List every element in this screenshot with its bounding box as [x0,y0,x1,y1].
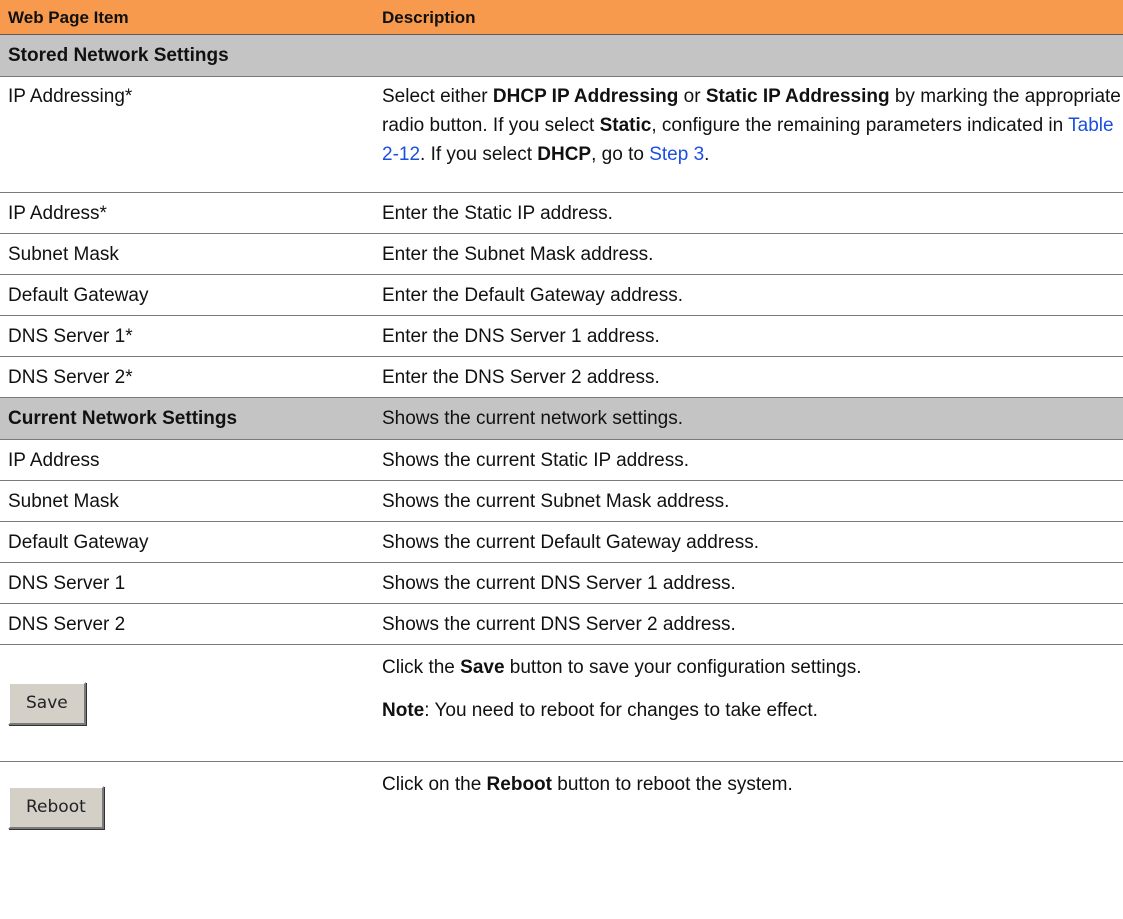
item-label: Subnet Mask [0,233,369,275]
reboot-description: Click on the Reboot button to reboot the… [382,774,793,795]
table-row: IP Address Shows the current Static IP a… [0,439,1123,481]
item-ip-addressing: IP Addressing* [0,76,369,193]
item-label: IP Address* [0,192,369,234]
item-description: Enter the DNS Server 1 address. [369,315,1123,357]
section-row-stored: Stored Network Settings [0,34,1123,77]
reboot-button-cell: Reboot [0,762,369,853]
table-row: Default Gateway Shows the current Defaul… [0,521,1123,563]
item-description: Shows the current DNS Server 2 address. [369,603,1123,645]
item-label: IP Address [0,439,369,481]
table-row: IP Addressing* Select either DHCP IP Add… [0,76,1123,193]
item-label: Default Gateway [0,274,369,316]
table-row: DNS Server 1 Shows the current DNS Serve… [0,562,1123,604]
network-settings-table: Web Page Item Description Stored Network… [0,0,1123,852]
section-row-current: Current Network Settings Shows the curre… [0,397,1123,440]
item-label: Default Gateway [0,521,369,563]
section-description-current: Shows the current network settings. [369,397,1123,440]
save-button[interactable]: Save [8,681,86,725]
save-description: Click the Save button to save your confi… [369,644,1123,762]
item-description: Shows the current Subnet Mask address. [369,480,1123,522]
item-label: DNS Server 2* [0,356,369,398]
column-header-description: Description [369,0,1123,35]
item-label: DNS Server 1* [0,315,369,357]
item-label: Subnet Mask [0,480,369,522]
column-header-item: Web Page Item [0,0,369,35]
table-row: Subnet Mask Enter the Subnet Mask addres… [0,233,1123,275]
item-description: Shows the current Default Gateway addres… [369,521,1123,563]
table-row: IP Address* Enter the Static IP address. [0,192,1123,234]
item-description: Enter the Subnet Mask address. [369,233,1123,275]
item-description: Enter the Default Gateway address. [369,274,1123,316]
table-row: DNS Server 1* Enter the DNS Server 1 add… [0,315,1123,357]
table-row: Default Gateway Enter the Default Gatewa… [0,274,1123,316]
table-row: DNS Server 2 Shows the current DNS Serve… [0,603,1123,645]
table-row: Subnet Mask Shows the current Subnet Mas… [0,480,1123,522]
reboot-button[interactable]: Reboot [8,785,104,829]
item-label: DNS Server 1 [0,562,369,604]
table-row-reboot: Reboot Click on the Reboot button to reb… [0,762,1123,853]
item-description: Enter the Static IP address. [369,192,1123,234]
section-title-stored: Stored Network Settings [0,34,1123,77]
section-title-current: Current Network Settings [0,397,369,440]
table-row-save: Save Click the Save button to save your … [0,644,1123,762]
item-description: Enter the DNS Server 2 address. [369,356,1123,398]
table-header-row: Web Page Item Description [0,0,1123,35]
item-label: DNS Server 2 [0,603,369,645]
desc-ip-addressing: Select either DHCP IP Addressing or Stat… [369,76,1123,193]
item-description: Shows the current DNS Server 1 address. [369,562,1123,604]
save-button-cell: Save [0,644,369,762]
table-row: DNS Server 2* Enter the DNS Server 2 add… [0,356,1123,398]
link-step-3[interactable]: Step 3 [649,144,704,165]
item-description: Shows the current Static IP address. [369,439,1123,481]
